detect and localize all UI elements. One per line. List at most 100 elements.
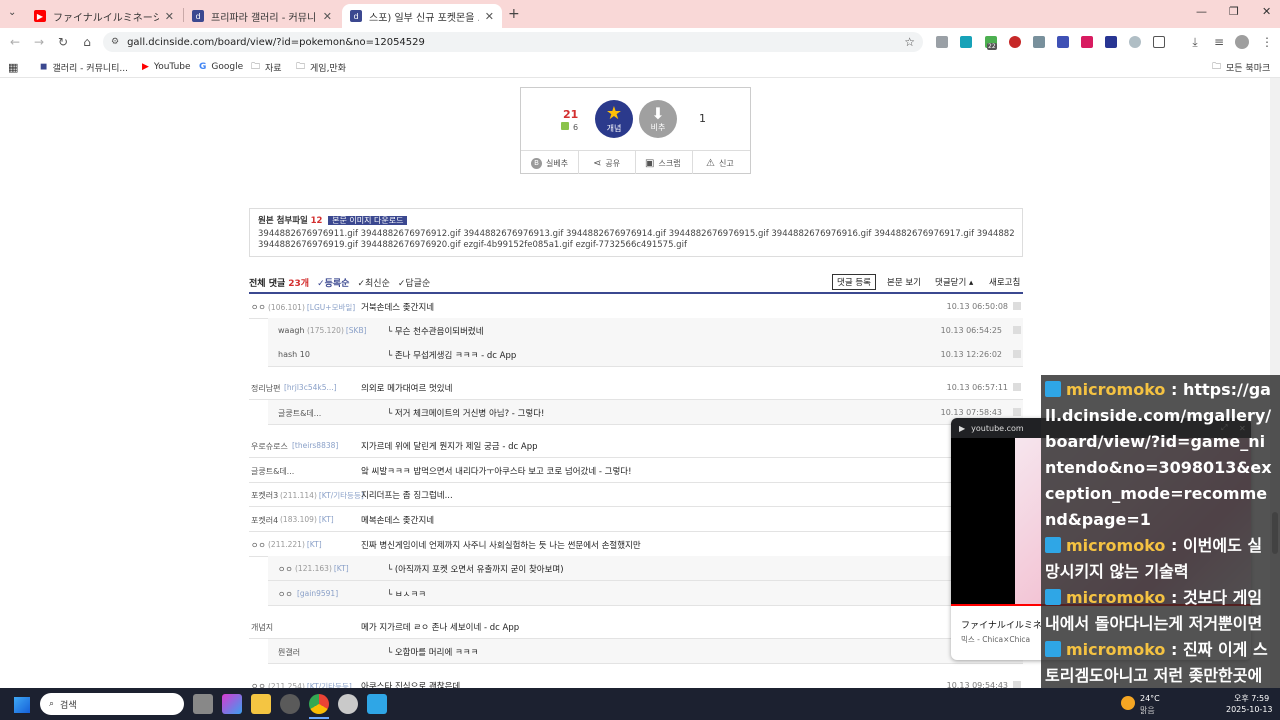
clock-date[interactable]: 2025-10-13 [1226, 705, 1273, 714]
extension-icon[interactable] [1081, 36, 1093, 48]
comment-text[interactable]: └ ㅂㅅㅋㅋ [387, 588, 426, 600]
upvote-button[interactable]: ★ 개념 [595, 100, 633, 138]
comment-text[interactable]: 메가 지가르데 ㄹㅇ 존나 세보이네 - dc App [361, 621, 519, 633]
reading-list-icon[interactable]: ≡ [1210, 33, 1228, 51]
all-bookmarks[interactable]: 🗀 모든 북마크 [1212, 60, 1270, 74]
sort-by-registered[interactable]: ✓등록순 [317, 276, 349, 289]
comment-text[interactable]: └ 오함마를 머리에 ㅋㅋㅋ [387, 646, 478, 658]
delete-comment-icon[interactable] [1013, 326, 1021, 334]
sort-by-replies[interactable]: ✓답글순 [398, 276, 430, 289]
comment-nickname[interactable]: 뭔갤러 [278, 647, 300, 658]
delete-comment-icon[interactable] [1013, 681, 1021, 688]
scrap-button[interactable]: ▣ 스크랩 [645, 152, 681, 174]
windows-start-icon[interactable] [14, 697, 30, 713]
comment-text[interactable]: 지리더프는 좀 징그럽네... [361, 489, 453, 501]
close-icon[interactable]: ✕ [165, 10, 174, 23]
menu-icon[interactable]: ⋮ [1258, 33, 1276, 51]
downvote-button[interactable]: ⬇ 비추 [639, 100, 677, 138]
comment-text[interactable]: 앜 씨발ㅋㅋㅋ 밥먹으면서 내리다가ㅜ아쿠스타 보고 코로 넘어갔네 - 그렇다… [361, 465, 632, 477]
extension-icon[interactable] [1129, 36, 1141, 48]
app-icon[interactable] [367, 694, 387, 714]
view-post-button[interactable]: 본문 보기 [887, 276, 921, 288]
new-tab-button[interactable]: + [508, 6, 520, 22]
copilot-icon[interactable] [222, 694, 242, 714]
extension-icon[interactable] [1033, 36, 1045, 48]
tab-search-icon[interactable]: ⌄ [8, 7, 16, 18]
apps-icon[interactable]: ▦ [8, 60, 18, 74]
extension-icon[interactable] [960, 36, 972, 48]
comment-nickname[interactable]: 글쿵트&데... [278, 408, 321, 419]
tab-pokemon[interactable]: d 스포) 일부 신규 포켓몬을 모션 ✕ [342, 4, 502, 28]
taskbar-search[interactable]: ⌕ 검색 [40, 693, 184, 715]
profile-avatar[interactable] [1235, 35, 1249, 49]
comment-nickname[interactable]: ㅇㅇ [251, 540, 266, 551]
comment-nickname[interactable]: 우로슈로스 [251, 441, 288, 452]
extension-icon[interactable] [1105, 36, 1117, 48]
download-icon[interactable]: ⤓ [1186, 33, 1204, 51]
extensions-puzzle-icon[interactable] [1153, 36, 1165, 48]
comment-nickname[interactable]: waagh [278, 326, 305, 335]
minimize-button[interactable]: — [1196, 5, 1207, 18]
comment-nickname[interactable]: 포켓러3 [251, 490, 278, 501]
reload-icon[interactable]: ↻ [54, 33, 72, 51]
comment-nickname[interactable]: 글쿵트&데... [251, 466, 294, 477]
comment-text[interactable]: 진짜 병신게임이네 언제까지 사주니 사회실험하는 듯 나는 썬문에서 손절했지… [361, 539, 641, 551]
app-icon[interactable] [338, 694, 358, 714]
bookmark-google[interactable]: G Google [199, 60, 243, 74]
address-bar[interactable]: ⚙ gall.dcinside.com/board/view/?id=pokem… [103, 32, 923, 52]
clock-time[interactable]: 오후 7:59 [1234, 693, 1269, 704]
extension-icon[interactable] [1009, 36, 1021, 48]
bookmark-folder[interactable]: 🗀 게임,만화 [296, 60, 346, 74]
bookmark-youtube[interactable]: ▶ YouTube [142, 60, 191, 74]
comment-nickname[interactable]: 개념지 [251, 622, 273, 633]
register-comment-button[interactable]: 댓글 등록 [832, 274, 876, 290]
back-icon[interactable]: ← [6, 33, 24, 51]
refresh-comments-button[interactable]: 새로고침 [989, 276, 1020, 288]
close-icon[interactable]: ✕ [485, 10, 494, 23]
comment-text[interactable]: 지가르데 위에 달린게 뭔지가 제일 궁금 - dc App [361, 440, 537, 452]
bookmark-dc[interactable]: ◼ 갤러리 - 커뮤니티... [40, 60, 128, 74]
maximize-button[interactable]: ❐ [1229, 5, 1239, 18]
comment-nickname[interactable]: ㅇㅇ [251, 302, 266, 313]
comment-text[interactable]: └ 존나 무섭게생김 ㅋㅋㅋ - dc App [387, 349, 516, 361]
delete-comment-icon[interactable] [1013, 383, 1021, 391]
comment-text[interactable]: └ (아직까지 포켓 오면서 유출까지 굳이 찾아보며) [387, 563, 564, 575]
comment-nickname[interactable]: ㅇㅇ [278, 564, 293, 575]
comment-text[interactable]: 거북손데스 좆간지네 [361, 301, 434, 313]
app-icon[interactable] [280, 694, 300, 714]
comment-nickname[interactable]: ㅇㅇ [251, 681, 266, 688]
comment-nickname[interactable]: 정리남편 [251, 383, 280, 394]
weather-icon[interactable] [1121, 696, 1135, 710]
home-icon[interactable]: ⌂ [78, 33, 96, 51]
silbe-button[interactable]: B 실베추 [531, 152, 568, 174]
file-explorer-icon[interactable] [251, 694, 271, 714]
comment-nickname[interactable]: 포켓러4 [251, 515, 278, 526]
attachment-files[interactable]: 3944882676976919.gif 3944882676976920.gi… [258, 240, 1014, 251]
tab-youtube[interactable]: ▶ ファイナルイルミネーション - You ✕ [26, 4, 182, 28]
forward-icon[interactable]: → [30, 33, 48, 51]
share-button[interactable]: ⋖ 공유 [593, 152, 620, 174]
close-window-button[interactable]: ✕ [1262, 5, 1271, 18]
attachment-files[interactable]: 3944882676976911.gif 3944882676976912.gi… [258, 229, 1014, 240]
tab-pripara[interactable]: d 프리파라 갤러리 - 커뮤니티 포 ✕ [184, 4, 340, 28]
bookmark-folder[interactable]: 🗀 자료 [251, 60, 282, 74]
comment-text[interactable]: 의외로 메가대여르 멋있네 [361, 382, 452, 394]
task-view-icon[interactable] [193, 694, 213, 714]
extension-icon[interactable] [1057, 36, 1069, 48]
site-info-icon[interactable]: ⚙ [111, 37, 119, 47]
extension-icon[interactable] [936, 36, 948, 48]
report-button[interactable]: ⚠ 신고 [706, 152, 734, 174]
comment-text[interactable]: └ 무슨 천수관음이되버렸네 [387, 325, 484, 337]
delete-comment-icon[interactable] [1013, 408, 1021, 416]
close-comments-button[interactable]: 댓글닫기 ▴ [935, 276, 973, 288]
comment-text[interactable]: 아쿠스타 진심으로 괜찮은데 [361, 680, 460, 688]
bookmark-star-icon[interactable]: ☆ [904, 35, 915, 49]
comment-text[interactable]: └ 저거 체크메이트의 거신병 아님? - 그렇다! [387, 407, 544, 419]
download-images-button[interactable]: 본문 이미지 다운로드 [328, 216, 408, 225]
sort-by-latest[interactable]: ✓최신순 [357, 276, 389, 289]
delete-comment-icon[interactable] [1013, 302, 1021, 310]
delete-comment-icon[interactable] [1013, 350, 1021, 358]
chrome-icon[interactable] [309, 694, 329, 714]
comment-nickname[interactable]: ㅇㅇ [278, 589, 293, 600]
comment-nickname[interactable]: hash 10 [278, 350, 310, 359]
